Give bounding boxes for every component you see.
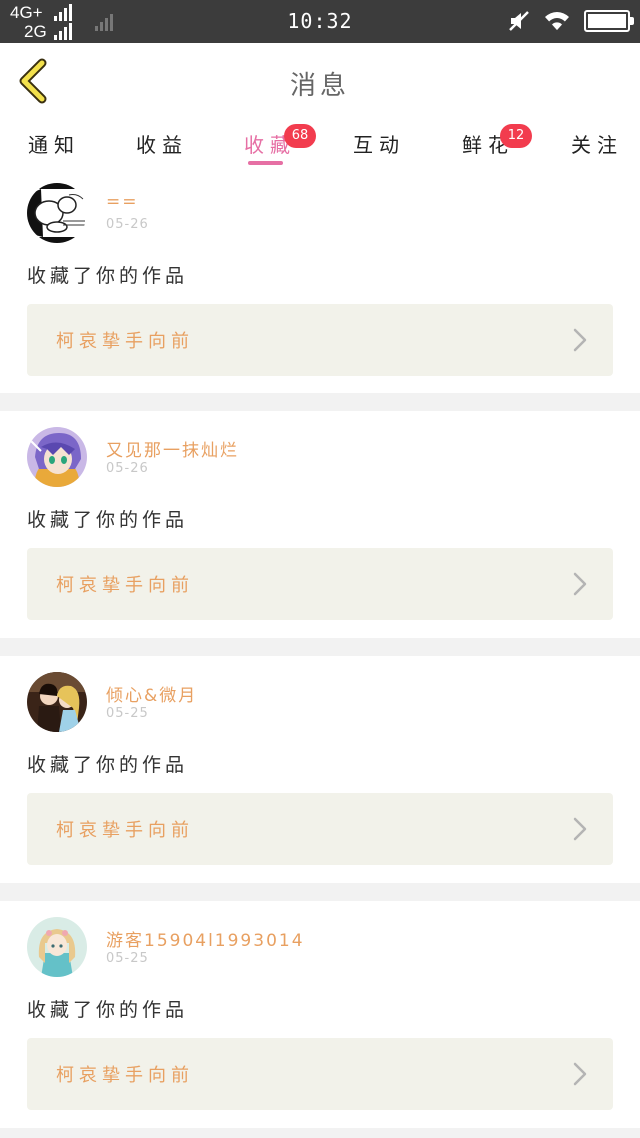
avatar[interactable] (27, 917, 87, 977)
chevron-right-icon (573, 817, 587, 841)
tab-label: 互动 (353, 133, 405, 157)
action-text: 收藏了你的作品 (27, 999, 189, 1021)
muted-icon (509, 11, 529, 31)
notification-card: 倾心&微月 05-25 收藏了你的作品 柯哀挚手向前 (0, 656, 640, 883)
timestamp: 05-25 (106, 951, 149, 966)
work-title: 柯哀挚手向前 (56, 575, 194, 596)
work-link[interactable]: 柯哀挚手向前 (27, 1038, 613, 1110)
unread-badge: 68 (284, 124, 316, 148)
username[interactable]: 游客15904l1993014 (106, 926, 305, 951)
chevron-right-icon (573, 1062, 587, 1086)
battery-icon (584, 10, 634, 32)
work-link[interactable]: 柯哀挚手向前 (27, 793, 613, 865)
work-title: 柯哀挚手向前 (56, 820, 194, 841)
notification-card: == 05-26 收藏了你的作品 柯哀挚手向前 (0, 167, 640, 393)
username[interactable]: 又见那一抹灿烂 (106, 436, 239, 461)
action-text: 收藏了你的作品 (27, 265, 189, 287)
tab-favorites[interactable]: 收藏 68 (244, 124, 316, 158)
username[interactable]: == (106, 192, 139, 212)
work-link[interactable]: 柯哀挚手向前 (27, 304, 613, 376)
chevron-right-icon (573, 328, 587, 352)
unread-badge: 12 (500, 124, 532, 148)
status-bar: 4G+ 2G 10:32 (0, 0, 640, 43)
notification-card: 游客15904l1993014 05-25 收藏了你的作品 柯哀挚手向前 (0, 901, 640, 1128)
action-text: 收藏了你的作品 (27, 509, 189, 531)
chevron-right-icon (573, 572, 587, 596)
tab-earnings[interactable]: 收益 (136, 129, 188, 158)
wifi-icon (545, 12, 569, 30)
username[interactable]: 倾心&微月 (106, 681, 197, 706)
notification-list: == 05-26 收藏了你的作品 柯哀挚手向前 又见那一抹灿烂 05-26 收藏… (0, 167, 640, 1138)
work-link[interactable]: 柯哀挚手向前 (27, 548, 613, 620)
tab-label: 通知 (28, 133, 80, 157)
tab-notice[interactable]: 通知 (28, 129, 80, 158)
active-tab-indicator (248, 161, 283, 165)
page-title: 消息 (289, 71, 350, 101)
tab-interaction[interactable]: 互动 (353, 129, 405, 158)
tab-follow[interactable]: 关注 (571, 129, 623, 158)
work-title: 柯哀挚手向前 (56, 1065, 194, 1086)
avatar[interactable] (27, 427, 87, 487)
timestamp: 05-25 (106, 706, 149, 721)
timestamp: 05-26 (106, 461, 149, 476)
tab-label: 收益 (136, 133, 188, 157)
tab-label: 关注 (571, 133, 623, 157)
tab-flowers[interactable]: 鲜花 12 (462, 124, 532, 158)
app-header: 消息 (0, 43, 640, 119)
avatar[interactable] (27, 183, 87, 243)
avatar[interactable] (27, 672, 87, 732)
notification-card: 又见那一抹灿烂 05-26 收藏了你的作品 柯哀挚手向前 (0, 411, 640, 638)
tab-bar: 通知 收益 收藏 68 互动 鲜花 12 关注 (0, 119, 640, 167)
work-title: 柯哀挚手向前 (56, 331, 194, 352)
action-text: 收藏了你的作品 (27, 754, 189, 776)
timestamp: 05-26 (106, 217, 149, 232)
